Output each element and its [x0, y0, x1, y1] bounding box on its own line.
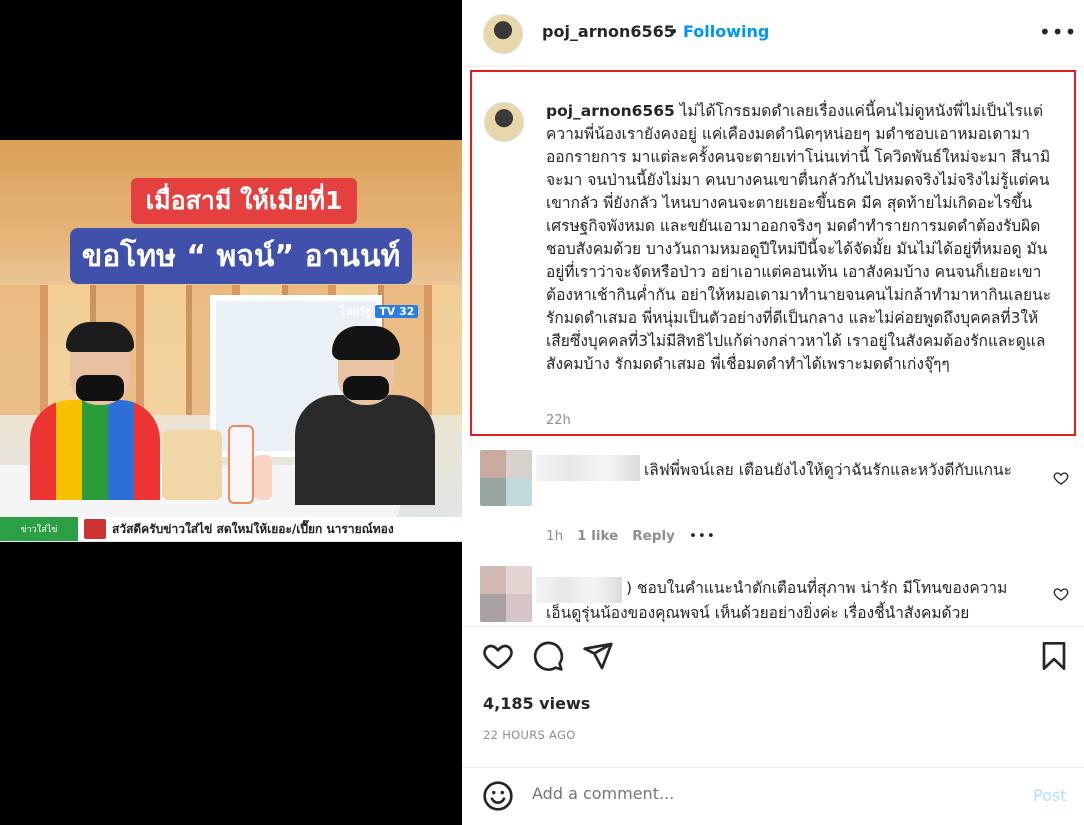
like-comment-heart-icon[interactable]	[1053, 586, 1069, 606]
host-right-body	[295, 395, 435, 505]
post-comment-button[interactable]: Post	[1033, 786, 1066, 805]
avatar-tile	[480, 450, 506, 478]
header-divider	[462, 66, 1084, 67]
heart-outline-icon	[1053, 472, 1069, 485]
avatar-tile	[506, 478, 532, 506]
video-overlay-line2: ขอโทษ “ พจน์” อานนท์	[70, 228, 412, 284]
share-icon[interactable]	[582, 640, 614, 672]
author-avatar[interactable]	[483, 14, 523, 54]
host-right-hair	[332, 326, 400, 360]
post-side-panel: poj_arnon6565 • Following ••• poj_arnon6…	[462, 0, 1084, 825]
comment-text: ) ชอบในคำแนะนำตักเตือนที่สุภาพ น่ารัก มี…	[546, 576, 1016, 626]
host-right-mask	[343, 376, 389, 400]
video-overlay-line1: เมื่อสามี ให้เมียที่1	[131, 178, 357, 224]
comment-time[interactable]: 1h	[546, 528, 563, 544]
comment-meta: 1h 1 like Reply •••	[546, 528, 716, 544]
commenter-avatar[interactable]	[480, 566, 532, 622]
avatar-tile	[506, 594, 532, 622]
product-box	[162, 430, 222, 500]
comment-body: ชอบในคำแนะนำตักเตือนที่สุภาพ น่ารัก มีโท…	[546, 579, 1008, 622]
comment-reply-button[interactable]: Reply	[632, 528, 675, 544]
comment-item: ) ชอบในคำแนะนำตักเตือนที่สุภาพ น่ารัก มี…	[462, 566, 1084, 626]
avatar-tile	[480, 594, 506, 622]
emoji-icon[interactable]	[482, 780, 514, 812]
heart-icon[interactable]	[482, 640, 514, 672]
like-comment-heart-icon[interactable]	[1053, 470, 1069, 490]
add-comment-bar: Post	[462, 768, 1084, 825]
comment-more-icon[interactable]: •••	[689, 528, 716, 544]
avatar-tile	[506, 566, 532, 594]
heart-outline-icon	[1053, 588, 1069, 601]
comment-icon[interactable]	[532, 640, 564, 672]
view-count[interactable]: 4,185 views	[483, 694, 590, 713]
avatar-tile	[480, 566, 506, 594]
channel-logo: ไทยรัฐ TV 32	[340, 302, 440, 320]
host-left-mask	[76, 375, 124, 401]
ticker-avatar	[84, 519, 106, 539]
post-header: poj_arnon6565 • Following •••	[462, 0, 1084, 66]
avatar-tile	[480, 478, 506, 506]
bookmark-icon[interactable]	[1038, 640, 1070, 672]
product-bottle	[228, 425, 254, 504]
host-left-hair	[66, 322, 134, 352]
caption-highlight-box: poj_arnon6565 ไม่ได้โกรธมดดำเลยเรื่องแค่…	[470, 70, 1076, 436]
caption-text: ไม่ได้โกรธมดดำเลยเรื่องแค่นี้คนไม่ดูหนัง…	[546, 102, 1052, 373]
caption-username[interactable]: poj_arnon6565	[546, 102, 675, 120]
ticker-show-logo: ข่าวใส่ไข่	[0, 517, 78, 541]
comment-body: เลิฟพี่พจน์เลย เตือนยังไงให้ดูว่าฉันรักแ…	[644, 461, 1012, 479]
news-ticker: ข่าวใส่ไข่ สวัสดีครับข่าวใส่ไข่ สดใหม่ให…	[0, 517, 462, 541]
product-tube	[254, 455, 272, 500]
comment-item: เลิฟพี่พจน์เลย เตือนยังไงให้ดูว่าฉันรักแ…	[462, 450, 1084, 560]
ticker-text: สวัสดีครับข่าวใส่ไข่ สดใหม่ให้เยอะ/เปี๊ย…	[112, 521, 394, 536]
posted-time[interactable]: 22 HOURS AGO	[483, 728, 576, 742]
author-username[interactable]: poj_arnon6565	[542, 22, 675, 41]
caption-author-avatar[interactable]	[484, 102, 524, 142]
more-options-icon[interactable]: •••	[1039, 20, 1077, 44]
header-separator: •	[669, 22, 679, 41]
comment-text: เลิฟพี่พจน์เลย เตือนยังไงให้ดูว่าฉันรักแ…	[546, 458, 1016, 483]
caption-timestamp[interactable]: 22h	[546, 413, 571, 428]
comment-likes[interactable]: 1 like	[577, 528, 618, 544]
post-media[interactable]: ไทยรัฐ TV 32 ข่าวใส่ไข่ สวัสดีครับข่าวใส…	[0, 0, 462, 825]
channel-number: TV 32	[375, 304, 419, 318]
caption-text-block: poj_arnon6565 ไม่ได้โกรธมดดำเลยเรื่องแค่…	[546, 100, 1056, 376]
host-left-body	[30, 400, 160, 500]
following-button[interactable]: Following	[683, 22, 769, 41]
commenter-avatar[interactable]	[480, 450, 532, 506]
comment-input[interactable]	[532, 784, 992, 803]
action-bar	[462, 640, 1084, 680]
channel-name: ไทยรัฐ	[340, 305, 372, 318]
avatar-tile	[506, 450, 532, 478]
comment-prefix: )	[626, 579, 633, 597]
